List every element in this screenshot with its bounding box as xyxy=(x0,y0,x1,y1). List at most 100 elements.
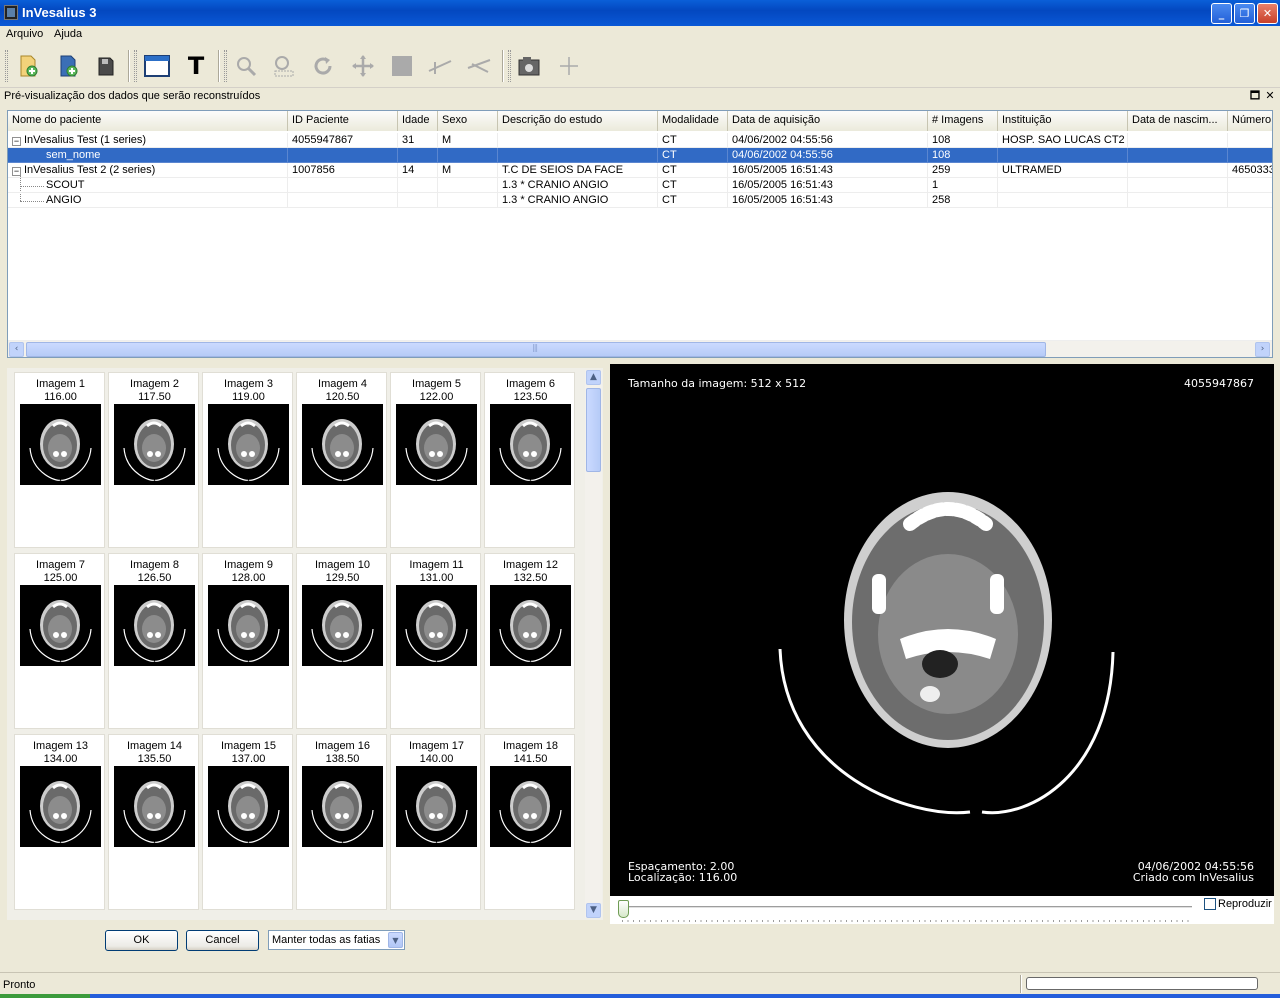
thumbnail-label: Imagem 16 xyxy=(314,740,371,752)
play-checkbox[interactable] xyxy=(1204,898,1216,910)
window-level-icon[interactable] xyxy=(388,52,416,80)
grid-row[interactable]: ANGIO 1.3 * CRANIO ANGIO CT 16/05/2005 1… xyxy=(8,193,1272,208)
slice-slider-track[interactable] xyxy=(620,906,1192,909)
col-header-birth-date[interactable]: Data de nascim... xyxy=(1128,111,1228,131)
slice-thumbnail[interactable]: Imagem 6 123.50 xyxy=(484,372,575,548)
slice-thumbnail[interactable]: Imagem 18 141.50 xyxy=(484,734,575,910)
collapse-icon[interactable]: − xyxy=(12,137,21,146)
slice-option-select[interactable]: Manter todas as fatias ▼ xyxy=(268,930,405,950)
toolbar-grip xyxy=(224,50,227,82)
scroll-thumb[interactable] xyxy=(586,388,601,472)
app-icon xyxy=(4,5,18,20)
screenshot-icon[interactable] xyxy=(516,52,544,80)
slice-thumbnail[interactable]: Imagem 12 132.50 xyxy=(484,553,575,729)
col-header-acquisition-date[interactable]: Data de aquisição xyxy=(728,111,928,131)
rotate-icon[interactable] xyxy=(309,52,337,80)
col-header-study-description[interactable]: Descrição do estudo xyxy=(498,111,658,131)
thumbnail-label: Imagem 2 xyxy=(130,378,179,390)
col-header-age[interactable]: Idade xyxy=(398,111,438,131)
status-text: Pronto xyxy=(3,979,36,991)
slice-thumbnail[interactable]: Imagem 13 134.00 xyxy=(14,734,105,910)
panel-restore-icon[interactable]: 🗖 xyxy=(1248,89,1262,103)
grid-row-selected[interactable]: sem_nome CT 04/06/2002 04:55:56 108 xyxy=(8,148,1272,163)
save-icon[interactable] xyxy=(92,52,120,80)
slice-thumbnail[interactable]: Imagem 3 119.00 xyxy=(202,372,293,548)
minimize-button[interactable]: _ xyxy=(1211,3,1232,24)
chevron-down-icon[interactable]: ▼ xyxy=(388,932,403,948)
col-header-modality[interactable]: Modalidade xyxy=(658,111,728,131)
cell-study-description xyxy=(498,133,658,148)
cell-birth-date xyxy=(1128,148,1228,163)
slice-thumbnail[interactable]: Imagem 2 117.50 xyxy=(108,372,199,548)
scroll-thumb[interactable] xyxy=(26,342,1046,357)
zoom-icon[interactable] xyxy=(232,52,260,80)
cell-modality: CT xyxy=(658,178,728,193)
menu-arquivo[interactable]: Arquivo xyxy=(6,28,43,40)
slice-thumbnail[interactable]: Imagem 4 120.50 xyxy=(296,372,387,548)
cell-modality: CT xyxy=(658,148,728,163)
slice-preview-viewer[interactable]: Tamanho da imagem: 512 x 512 4055947867 … xyxy=(610,364,1274,896)
slice-thumbnail[interactable]: Imagem 11 131.00 xyxy=(390,553,481,729)
thumbnail-image xyxy=(208,585,289,666)
slice-thumbnail[interactable]: Imagem 8 126.50 xyxy=(108,553,199,729)
thumbnail-label: Imagem 17 xyxy=(408,740,465,752)
thumbnail-vertical-scrollbar[interactable]: ▲ ▼ xyxy=(585,370,602,918)
slice-thumbnail[interactable]: Imagem 14 135.50 xyxy=(108,734,199,910)
text-icon[interactable]: T xyxy=(182,52,210,80)
slice-thumbnail[interactable]: Imagem 17 140.00 xyxy=(390,734,481,910)
col-header-images[interactable]: # Imagens xyxy=(928,111,998,131)
grid-row[interactable]: − InVesalius Test (1 series) 4055947867 3… xyxy=(8,133,1272,148)
scroll-up-button[interactable]: ▲ xyxy=(586,370,601,385)
import-icon[interactable] xyxy=(54,52,82,80)
grid-horizontal-scrollbar[interactable]: ‹ › xyxy=(8,340,1272,357)
scroll-down-button[interactable]: ▼ xyxy=(586,903,601,918)
slice-thumbnail[interactable]: Imagem 7 125.00 xyxy=(14,553,105,729)
slice-thumbnail[interactable]: Imagem 1 116.00 xyxy=(14,372,105,548)
grid-row[interactable]: SCOUT 1.3 * CRANIO ANGIO CT 16/05/2005 1… xyxy=(8,178,1272,193)
thumbnail-position: 125.00 xyxy=(43,572,78,584)
grid-row[interactable]: − InVesalius Test 2 (2 series) 1007856 14… xyxy=(8,163,1272,178)
thumbnail-position: 132.50 xyxy=(513,572,548,584)
add-icon[interactable] xyxy=(555,52,583,80)
zoom-select-icon[interactable] xyxy=(270,52,298,80)
panel-close-icon[interactable]: ✕ xyxy=(1263,89,1277,103)
thumbnail-label: Imagem 8 xyxy=(130,559,179,571)
toolbar-separator xyxy=(218,50,220,82)
menu-ajuda[interactable]: Ajuda xyxy=(54,28,82,40)
col-header-patient-id[interactable]: ID Paciente xyxy=(288,111,398,131)
open-project-icon[interactable] xyxy=(14,52,42,80)
thumbnail-position: 141.50 xyxy=(513,753,548,765)
measure-linear-icon[interactable] xyxy=(426,52,454,80)
slice-thumbnail[interactable]: Imagem 15 137.00 xyxy=(202,734,293,910)
maximize-button[interactable]: ❐ xyxy=(1234,3,1255,24)
slice-thumbnail[interactable]: Imagem 5 122.00 xyxy=(390,372,481,548)
toolbar-grip xyxy=(5,50,8,82)
slice-slider-knob[interactable] xyxy=(618,900,629,918)
play-label: Reproduzir xyxy=(1218,898,1272,910)
measure-angle-icon[interactable] xyxy=(465,52,493,80)
thumbnail-position: 116.00 xyxy=(44,391,77,403)
close-button[interactable]: ✕ xyxy=(1257,3,1278,24)
col-header-number[interactable]: Número xyxy=(1228,111,1272,131)
thumbnail-image xyxy=(114,404,195,485)
thumbnail-image xyxy=(490,585,571,666)
scroll-right-button[interactable]: › xyxy=(1255,342,1270,357)
col-header-sex[interactable]: Sexo xyxy=(438,111,498,131)
cell-age xyxy=(398,178,438,193)
collapse-icon[interactable]: − xyxy=(12,167,21,176)
toolbar-grip xyxy=(508,50,511,82)
created-with-overlay: Criado com InVesalius xyxy=(1132,871,1254,884)
slice-thumbnail[interactable]: Imagem 10 129.50 xyxy=(296,553,387,729)
cell-patient-name: ANGIO xyxy=(8,193,288,208)
col-header-patient-name[interactable]: Nome do paciente xyxy=(8,111,288,131)
layout-icon[interactable] xyxy=(143,52,171,80)
slice-thumbnail[interactable]: Imagem 16 138.50 xyxy=(296,734,387,910)
col-header-institution[interactable]: Instituição xyxy=(998,111,1128,131)
slice-thumbnail[interactable]: Imagem 9 128.00 xyxy=(202,553,293,729)
cancel-button[interactable]: Cancel xyxy=(186,930,259,951)
cell-age: 31 xyxy=(398,133,438,148)
pan-icon[interactable] xyxy=(349,52,377,80)
scroll-left-button[interactable]: ‹ xyxy=(9,342,24,357)
cell-institution xyxy=(998,178,1128,193)
ok-button[interactable]: OK xyxy=(105,930,178,951)
